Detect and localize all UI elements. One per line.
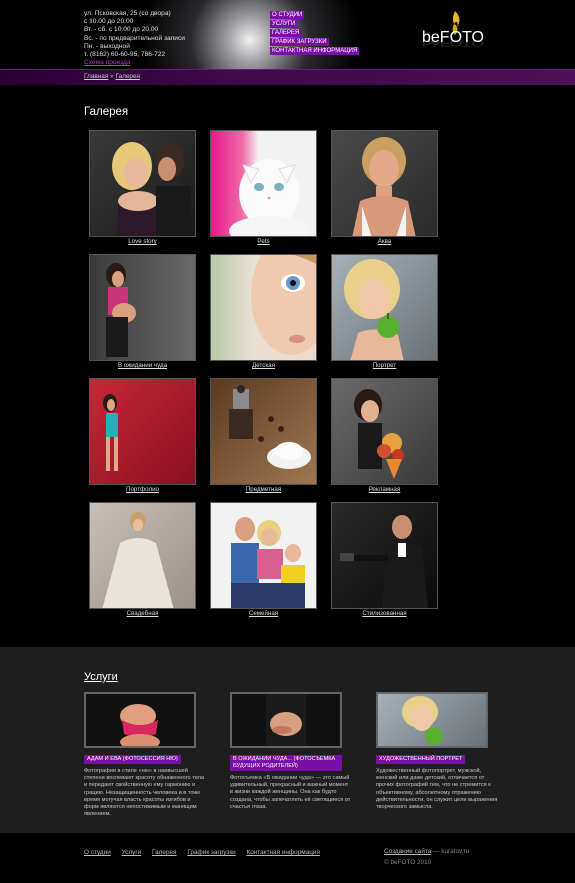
photo-coffee-grinder <box>229 385 311 469</box>
contact-hours-monday: Пн. - выходной <box>84 42 130 50</box>
photo-pregnant-woman <box>106 263 136 357</box>
logo-reflection: beFOTO <box>422 37 484 48</box>
site-creation-link[interactable]: Создание сайта <box>384 848 431 855</box>
photo-service-nude <box>120 704 160 746</box>
breadcrumb-home[interactable]: Главная <box>84 73 108 80</box>
gallery-photo <box>331 130 438 237</box>
map-link[interactable]: Схема проезда <box>84 59 185 67</box>
gallery-caption[interactable]: Love story <box>89 238 196 245</box>
photo-couple <box>112 142 191 236</box>
gallery-item-pets[interactable]: Pets <box>210 130 317 245</box>
gallery-photo <box>210 254 317 361</box>
photo-service-portrait <box>402 696 443 745</box>
gallery-caption[interactable]: В ожидании чуда <box>89 362 196 369</box>
gallery-caption[interactable]: Свадебная <box>89 610 196 617</box>
gallery-item-family[interactable]: Семейная <box>210 502 317 617</box>
page-title: Галерея <box>84 106 129 118</box>
footer <box>0 833 575 883</box>
gallery-item-expecting[interactable]: В ожидании чуда <box>89 254 196 369</box>
breadcrumb-separator: » <box>110 73 114 80</box>
footer-link-about[interactable]: О студии <box>84 849 111 856</box>
gallery-item-children[interactable]: Детская <box>210 254 317 369</box>
gallery-item-stylized[interactable]: Стилизованная <box>331 502 438 617</box>
gallery-photo <box>89 502 196 609</box>
gallery-item-product[interactable]: Предметная <box>210 378 317 493</box>
gallery-caption[interactable]: Аква <box>331 238 438 245</box>
gallery-photo <box>89 254 196 361</box>
gallery-item-portfolio[interactable]: Портфолио <box>89 378 196 493</box>
nav-schedule[interactable]: ГРАФИК ЗАГРУЗКИ <box>270 37 329 46</box>
contact-phone: т. (8162) 60-60-95, 786-722 <box>84 51 166 59</box>
gallery-photo <box>89 378 196 485</box>
gallery-photo <box>210 130 317 237</box>
gallery-caption[interactable]: Семейная <box>210 610 317 617</box>
photo-woman-portrait <box>352 137 416 236</box>
logo-reflection-be: be <box>422 37 440 48</box>
service-badge[interactable]: ХУДОЖЕСТВЕННЫЙ ПОРТРЕТ <box>376 755 466 764</box>
logo-reflection-foto: FOTO <box>439 37 484 48</box>
gallery-item-love-story[interactable]: Love story <box>89 130 196 245</box>
service-description: Фотографии в стиле «ню» в наивысшей степ… <box>84 768 205 818</box>
gallery-photo <box>331 378 438 485</box>
footer-link-services[interactable]: Услуги <box>122 849 142 856</box>
gallery-caption[interactable]: Портрет <box>331 362 438 369</box>
service-description: Художественный фотопортрет, мужской, жен… <box>376 768 498 811</box>
footer-nav: О студии Услуги Галерея График загрузки … <box>84 849 329 856</box>
breadcrumb: Главная » Галерея <box>84 73 140 80</box>
photo-cat <box>229 159 309 236</box>
service-card-expecting[interactable]: В ОЖИДАНИИ ЧУДА... (ФОТОСЪЕМКА БУДУЩИХ Р… <box>230 692 350 811</box>
service-badge[interactable]: В ОЖИДАНИИ ЧУДА... (ФОТОСЪЕМКА БУДУЩИХ Р… <box>230 755 342 771</box>
header: ул. Псковская, 25 (со двора) с 10.00 до … <box>0 0 575 69</box>
contact-info: ул. Псковская, 25 (со двора) с 10.00 до … <box>84 10 185 67</box>
photo-woman-flowers <box>354 389 404 479</box>
gallery-photo <box>210 502 317 609</box>
breadcrumb-gallery[interactable]: Галерея <box>115 73 140 80</box>
gallery-item-aqua[interactable]: Аква <box>331 130 438 245</box>
service-description: Фотосъемка «В ожидании чуда» — это самый… <box>230 775 351 810</box>
photo-man-gun <box>340 515 428 608</box>
photo-service-expecting <box>266 694 306 746</box>
footer-link-gallery[interactable]: Галерея <box>152 849 177 856</box>
footer-link-contacts[interactable]: Контактная информация <box>247 849 320 856</box>
gallery-caption[interactable]: Стилизованная <box>331 610 438 617</box>
gallery-photo <box>331 254 438 361</box>
nav-about[interactable]: О СТУДИИ <box>270 11 305 19</box>
gallery-item-wedding[interactable]: Свадебная <box>89 502 196 617</box>
gallery-caption[interactable]: Рекламная <box>331 486 438 493</box>
logo[interactable]: beFOTO beFOTO <box>420 8 510 64</box>
service-card-nude[interactable]: АДАМ И ЕВА (ФОТОСЕССИЯ НЮ) Фотографии в … <box>84 692 204 818</box>
gallery-caption[interactable]: Портфолио <box>89 486 196 493</box>
service-photo <box>84 692 196 748</box>
nav-contacts[interactable]: КОНТАКТНАЯ ИНФОРМАЦИЯ <box>270 46 360 55</box>
gallery-photo <box>89 130 196 237</box>
contact-hours-weekdays: Вт. - сб. с 10.00 до 20.00 <box>84 26 159 34</box>
contact-address: ул. Псковская, 25 (со двора) <box>84 10 171 17</box>
top-nav: О СТУДИИ УСЛУГИ ГАЛЕРЕЯ ГРАФИК ЗАГРУЗКИ … <box>270 11 360 55</box>
gallery-photo <box>210 378 317 485</box>
nav-services[interactable]: УСЛУГИ <box>270 19 298 28</box>
service-photo <box>230 692 342 748</box>
nav-gallery[interactable]: ГАЛЕРЕЯ <box>270 28 302 37</box>
service-card-portrait[interactable]: ХУДОЖЕСТВЕННЫЙ ПОРТРЕТ Художественный фо… <box>376 692 497 811</box>
footer-credits: Создание сайта — kuratov.ru © beFOTO 201… <box>384 846 469 868</box>
gallery-caption[interactable]: Детская <box>210 362 317 369</box>
contact-hours-sunday: Вс. - по предварительной записи <box>84 34 185 42</box>
photo-family <box>231 517 305 608</box>
photo-model-red <box>103 394 118 471</box>
photo-bride <box>102 512 174 608</box>
copyright: © beFOTO 2010 <box>384 859 432 866</box>
footer-link-schedule[interactable]: График загрузки <box>187 849 235 856</box>
gallery-caption[interactable]: Pets <box>210 238 317 245</box>
gallery-item-advertising[interactable]: Рекламная <box>331 378 438 493</box>
service-badge[interactable]: АДАМ И ЕВА (ФОТОСЕССИЯ НЮ) <box>84 755 181 764</box>
gallery-item-portrait[interactable]: Портрет <box>331 254 438 369</box>
services-title[interactable]: Услуги <box>84 671 118 683</box>
photo-child-face <box>251 255 316 355</box>
footer-site-credit: Создание сайта — kuratov.ru <box>384 846 469 857</box>
photo-woman-apple <box>344 259 404 360</box>
gallery-photo <box>331 502 438 609</box>
service-photo <box>376 692 488 748</box>
gallery-caption[interactable]: Предметная <box>210 486 317 493</box>
site-creator: — kuratov.ru <box>431 848 470 855</box>
